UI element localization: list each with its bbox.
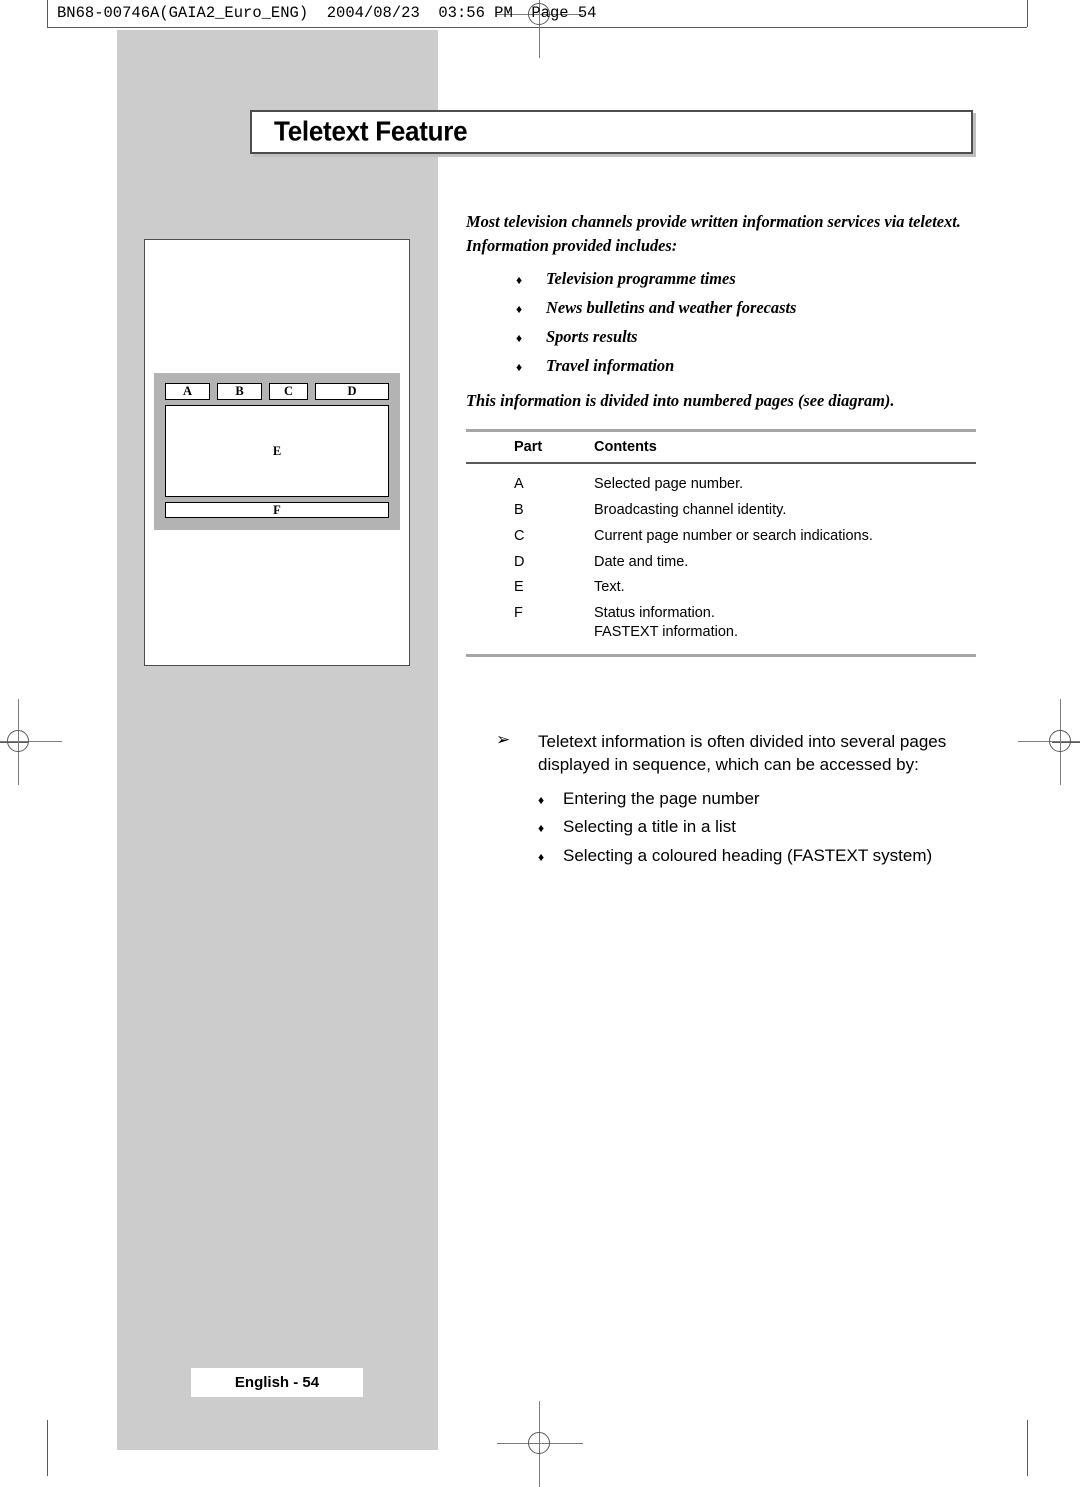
table-body: A Selected page number. B Broadcasting c… bbox=[466, 464, 976, 654]
registration-mark-circle bbox=[528, 1432, 550, 1454]
table-header-row: Part Contents bbox=[466, 432, 976, 462]
teletext-diagram-panel: A B C D E F bbox=[144, 239, 410, 666]
diagram-box-e: E bbox=[165, 405, 389, 497]
diamond-bullet-icon: ♦ bbox=[516, 302, 523, 317]
cell-contents-line: Current page number or search indication… bbox=[594, 527, 873, 544]
parts-table: Part Contents A Selected page number. B … bbox=[466, 429, 976, 657]
list-item-label: Selecting a coloured heading (FASTEXT sy… bbox=[563, 845, 933, 865]
cell-contents-line: Status information. bbox=[594, 604, 715, 621]
diagram-box-a: A bbox=[165, 383, 210, 400]
diamond-bullet-icon: ♦ bbox=[538, 849, 545, 864]
cell-contents-line: FASTEXT information. bbox=[594, 623, 738, 640]
list-item-label: Sports results bbox=[546, 327, 638, 347]
cell-contents-line: Text. bbox=[594, 579, 625, 596]
print-header-text: BN68-00746A(GAIA2_Euro_ENG) 2004/08/23 0… bbox=[57, 4, 597, 22]
diagram-box-f: F bbox=[165, 502, 389, 518]
divided-pages-note: This information is divided into numbere… bbox=[466, 391, 895, 411]
registration-mark-circle bbox=[1049, 730, 1071, 752]
list-item-label: Selecting a title in a list bbox=[563, 817, 736, 837]
cell-contents-line: Selected page number. bbox=[594, 476, 744, 493]
list-item: ♦ Television programme times bbox=[466, 264, 976, 293]
cell-part: C bbox=[514, 527, 525, 544]
registration-mark-right bbox=[1018, 699, 1080, 785]
cell-contents: Text. bbox=[594, 578, 976, 597]
diamond-bullet-icon: ♦ bbox=[516, 273, 523, 288]
cell-contents: Status information. FASTEXT information. bbox=[594, 604, 976, 641]
list-item-label: Television programme times bbox=[546, 269, 736, 289]
crop-mark-bottom-right-vertical bbox=[1027, 1420, 1028, 1476]
list-item: ♦ Selecting a coloured heading (FASTEXT … bbox=[496, 842, 986, 871]
cell-part: E bbox=[514, 579, 524, 596]
table-row: E Text. bbox=[466, 575, 976, 601]
intro-paragraph: Most television channels provide written… bbox=[466, 212, 961, 256]
list-item: ♦ Sports results bbox=[466, 322, 976, 351]
cell-part: B bbox=[514, 502, 524, 519]
notes-block: ➢ Teletext information is often divided … bbox=[496, 730, 986, 870]
table-row: D Date and time. bbox=[466, 549, 976, 575]
registration-mark-bottom-center bbox=[497, 1401, 583, 1487]
list-item: ♦ Entering the page number bbox=[496, 785, 986, 814]
teletext-header-row: A B C D bbox=[165, 383, 389, 400]
crop-mark-top-right-vertical bbox=[1027, 0, 1028, 27]
diagram-box-c: C bbox=[269, 383, 308, 400]
list-item-label: News bulletins and weather forecasts bbox=[546, 298, 797, 318]
diamond-bullet-icon: ♦ bbox=[516, 331, 523, 346]
cell-contents: Broadcasting channel identity. bbox=[594, 501, 976, 520]
table-row: A Selected page number. bbox=[466, 472, 976, 498]
main-content: Most television channels provide written… bbox=[466, 210, 976, 657]
cell-contents: Selected page number. bbox=[594, 475, 976, 494]
registration-mark-circle bbox=[7, 730, 29, 752]
cell-part: D bbox=[514, 553, 525, 570]
cell-contents-line: Date and time. bbox=[594, 553, 689, 570]
page-title-box: Teletext Feature bbox=[250, 110, 973, 154]
table-bottom-rule bbox=[466, 653, 976, 657]
note-paragraph-row: ➢ Teletext information is often divided … bbox=[496, 730, 986, 777]
table-row: B Broadcasting channel identity. bbox=[466, 498, 976, 524]
cell-part: A bbox=[514, 476, 524, 493]
page-title: Teletext Feature bbox=[274, 115, 468, 147]
cell-contents: Date and time. bbox=[594, 553, 976, 572]
diamond-bullet-icon: ♦ bbox=[516, 360, 523, 375]
notes-bullet-list: ♦ Entering the page number ♦ Selecting a… bbox=[496, 785, 986, 871]
list-item-label: Entering the page number bbox=[563, 788, 760, 808]
arrow-bullet-icon: ➢ bbox=[496, 730, 511, 749]
crop-mark-top-left-vertical bbox=[47, 0, 48, 27]
cell-contents-line: Broadcasting channel identity. bbox=[594, 502, 787, 519]
diamond-bullet-icon: ♦ bbox=[538, 792, 545, 807]
cell-part: F bbox=[514, 604, 523, 621]
footer-page-tag: English - 54 bbox=[191, 1368, 363, 1397]
list-item: ♦ News bulletins and weather forecasts bbox=[466, 293, 976, 322]
diagram-box-d: D bbox=[315, 383, 389, 400]
cell-contents: Current page number or search indication… bbox=[594, 527, 976, 546]
table-row: C Current page number or search indicati… bbox=[466, 523, 976, 549]
table-row: F Status information. FASTEXT informatio… bbox=[466, 600, 976, 644]
column-header-contents: Contents bbox=[594, 439, 657, 456]
note-paragraph: Teletext information is often divided in… bbox=[538, 732, 947, 775]
intro-bullet-list: ♦ Television programme times ♦ News bull… bbox=[466, 264, 976, 380]
teletext-screen-frame: A B C D E F bbox=[154, 373, 400, 530]
list-item: ♦ Travel information bbox=[466, 351, 976, 380]
registration-mark-left bbox=[0, 699, 62, 785]
diamond-bullet-icon: ♦ bbox=[538, 821, 545, 836]
diagram-box-b: B bbox=[217, 383, 262, 400]
list-item-label: Travel information bbox=[546, 356, 675, 376]
column-header-part: Part bbox=[514, 439, 543, 456]
crop-mark-bottom-left-vertical bbox=[47, 1420, 48, 1476]
list-item: ♦ Selecting a title in a list bbox=[496, 813, 986, 842]
